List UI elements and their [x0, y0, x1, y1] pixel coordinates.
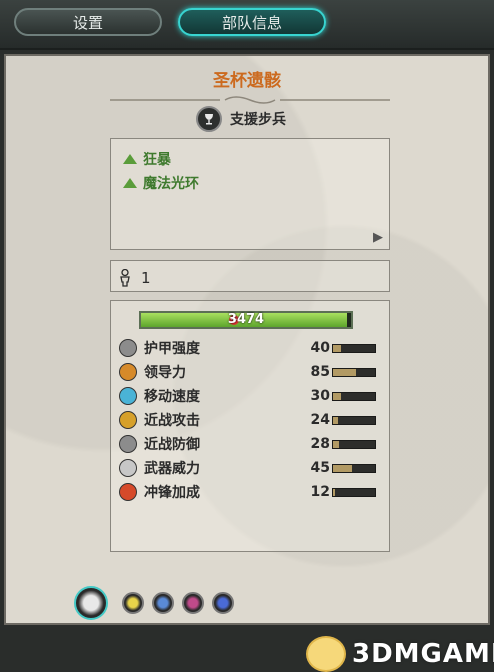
speed-icon [119, 387, 137, 405]
unit-info-panel: 圣杯遗骸 支援步兵 狂暴 魔法光环 ▶ 1 + 3474 护甲强度 40 领导力… [4, 54, 494, 672]
expand-arrow-icon[interactable]: ▶ [373, 230, 383, 245]
watermark-logo: 3DMGAME [306, 636, 494, 672]
melee-attack-icon [119, 411, 137, 429]
stat-value: 28 [310, 436, 330, 452]
goblet-icon [196, 106, 222, 132]
stat-bar [332, 415, 376, 425]
stat-bar-fill [333, 440, 340, 448]
stat-row[interactable]: 近战攻击 24 [119, 409, 381, 431]
stat-value: 45 [310, 460, 330, 476]
health-bar: + 3474 [139, 311, 353, 329]
model-count: 1 [141, 269, 151, 287]
model-count-box: 1 [110, 260, 390, 292]
charge-bonus-icon [119, 483, 137, 501]
traits-box: 狂暴 魔法光环 ▶ [110, 138, 390, 250]
stat-label: 领导力 [144, 365, 186, 381]
claw-ability-icon[interactable] [182, 592, 204, 614]
stat-bar-fill [333, 488, 336, 496]
stat-value: 40 [310, 340, 330, 356]
stat-label: 近战攻击 [144, 413, 200, 429]
watermark-text: 3DMGAME [352, 639, 494, 669]
trait-item[interactable]: 狂暴 [123, 149, 171, 169]
stat-bar [332, 391, 376, 401]
unit-class-row: 支援步兵 [196, 104, 286, 134]
stat-row[interactable]: 武器威力 45 [119, 457, 381, 479]
stat-bar [332, 367, 376, 377]
skull-ability-icon[interactable] [74, 586, 108, 620]
trait-item[interactable]: 魔法光环 [123, 173, 199, 193]
stat-label: 移动速度 [144, 389, 200, 405]
tab-settings[interactable]: 设置 [14, 8, 162, 36]
stat-value: 30 [310, 388, 330, 404]
eye-ability-icon[interactable] [122, 592, 144, 614]
stat-row[interactable]: 移动速度 30 [119, 385, 381, 407]
stat-label: 护甲强度 [144, 341, 200, 357]
stat-label: 近战防御 [144, 437, 200, 453]
ability-bar [74, 586, 234, 620]
stat-row[interactable]: 近战防御 28 [119, 433, 381, 455]
weapon-strength-icon [119, 459, 137, 477]
top-tab-bar: 设置 部队信息 [0, 0, 494, 50]
stats-box: + 3474 护甲强度 40 领导力 85 移动速度 30 近战攻击 24 近战防御 28 武器威力… [110, 300, 390, 552]
person-icon [120, 269, 130, 287]
tab-unit-info[interactable]: 部队信息 [178, 8, 326, 36]
stat-bar [332, 439, 376, 449]
stat-row[interactable]: 领导力 85 [119, 361, 381, 383]
stat-bar-fill [333, 392, 341, 400]
trait-up-arrow-icon [123, 154, 137, 164]
stat-label: 武器威力 [144, 461, 200, 477]
stat-value: 12 [310, 484, 330, 500]
stat-bar-fill [333, 416, 339, 424]
stat-value: 24 [310, 412, 330, 428]
trait-label: 魔法光环 [143, 176, 199, 192]
watermark-mascot-icon [306, 636, 346, 672]
stat-value: 85 [310, 364, 330, 380]
unit-name: 圣杯遗骸 [213, 71, 281, 91]
trait-up-arrow-icon [123, 178, 137, 188]
stat-bar-fill [333, 368, 357, 376]
frost-ability-icon[interactable] [152, 592, 174, 614]
stat-bar-fill [333, 464, 352, 472]
stat-bar [332, 487, 376, 497]
stat-bar-fill [333, 344, 342, 352]
armour-icon [119, 339, 137, 357]
stat-row[interactable]: 冲锋加成 12 [119, 481, 381, 503]
unit-class-label: 支援步兵 [230, 112, 286, 128]
stat-bar [332, 343, 376, 353]
stat-bar [332, 463, 376, 473]
health-value: 3474 [227, 312, 265, 327]
stat-row[interactable]: 护甲强度 40 [119, 337, 381, 359]
melee-defence-icon [119, 435, 137, 453]
trait-label: 狂暴 [143, 152, 171, 168]
gear-ability-icon[interactable] [212, 592, 234, 614]
stat-label: 冲锋加成 [144, 485, 200, 501]
leadership-icon [119, 363, 137, 381]
